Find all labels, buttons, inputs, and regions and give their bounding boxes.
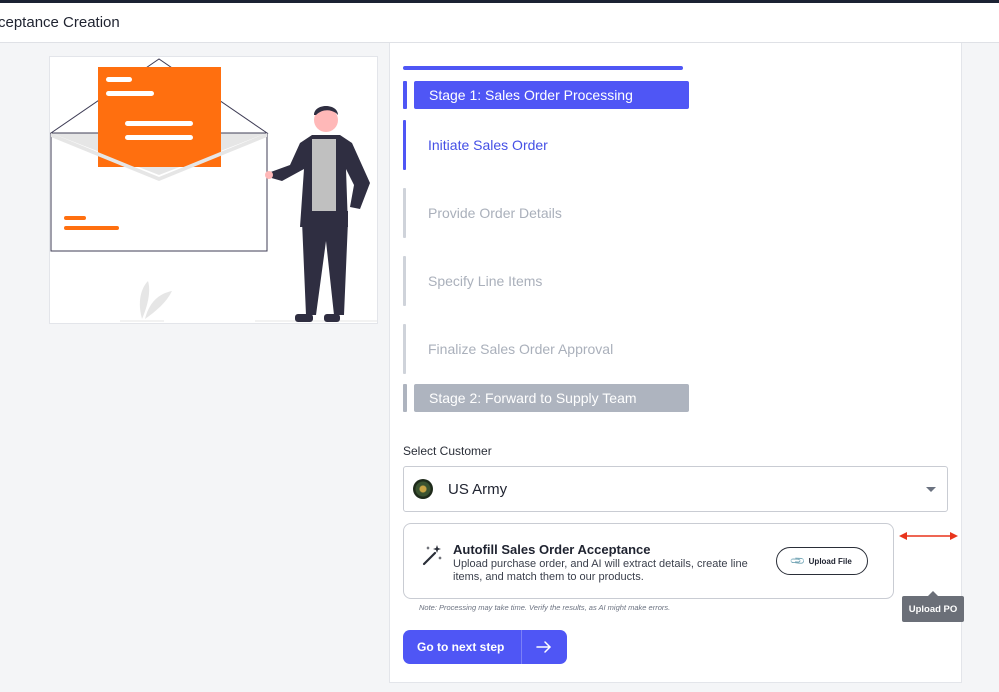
email-illustration <box>49 56 378 324</box>
step-indicator <box>403 120 406 170</box>
step-label: Finalize Sales Order Approval <box>428 341 614 357</box>
arrow-right-icon <box>536 641 551 653</box>
chevron-down-icon[interactable] <box>926 487 936 492</box>
illustration-graphic <box>50 58 377 322</box>
stage-2-marker <box>403 384 407 412</box>
resize-arrow-icon <box>899 532 958 540</box>
progress-bar <box>403 66 683 70</box>
button-divider <box>521 630 522 664</box>
autofill-card: Autofill Sales Order Acceptance Upload p… <box>403 523 894 599</box>
upload-po-tooltip: Upload PO <box>902 591 964 622</box>
stage-2-label: Stage 2: Forward to Supply Team <box>414 384 689 412</box>
stage-1-label: Stage 1: Sales Order Processing <box>414 81 689 109</box>
stage-1[interactable]: Stage 1: Sales Order Processing <box>403 81 689 109</box>
us-army-seal-icon <box>413 479 433 499</box>
processing-note: Note: Processing may take time. Verify t… <box>419 603 671 612</box>
step-indicator <box>403 188 406 238</box>
stage-1-marker <box>403 81 407 109</box>
step-label: Specify Line Items <box>428 273 543 289</box>
selected-customer: US Army <box>448 481 508 498</box>
next-step-label: Go to next step <box>417 640 505 654</box>
paperclip-icon: 📎 <box>790 552 807 570</box>
page-title: ceptance Creation <box>0 14 120 31</box>
autofill-title: Autofill Sales Order Acceptance <box>453 542 651 557</box>
step-indicator <box>403 256 406 306</box>
upload-file-button[interactable]: 📎 Upload File <box>776 547 868 575</box>
customer-select[interactable]: US Army <box>403 466 948 512</box>
magic-wand-icon <box>422 545 442 566</box>
step-label: Initiate Sales Order <box>428 137 548 153</box>
stage-2[interactable]: Stage 2: Forward to Supply Team <box>403 384 689 412</box>
next-step-button[interactable]: Go to next step <box>403 630 567 664</box>
select-customer-label: Select Customer <box>403 444 492 458</box>
upload-file-label: Upload File <box>808 556 852 566</box>
step-label: Provide Order Details <box>428 205 562 221</box>
step-indicator <box>403 324 406 374</box>
page-header: ceptance Creation <box>0 3 999 43</box>
autofill-description: Upload purchase order, and AI will extra… <box>453 558 748 583</box>
